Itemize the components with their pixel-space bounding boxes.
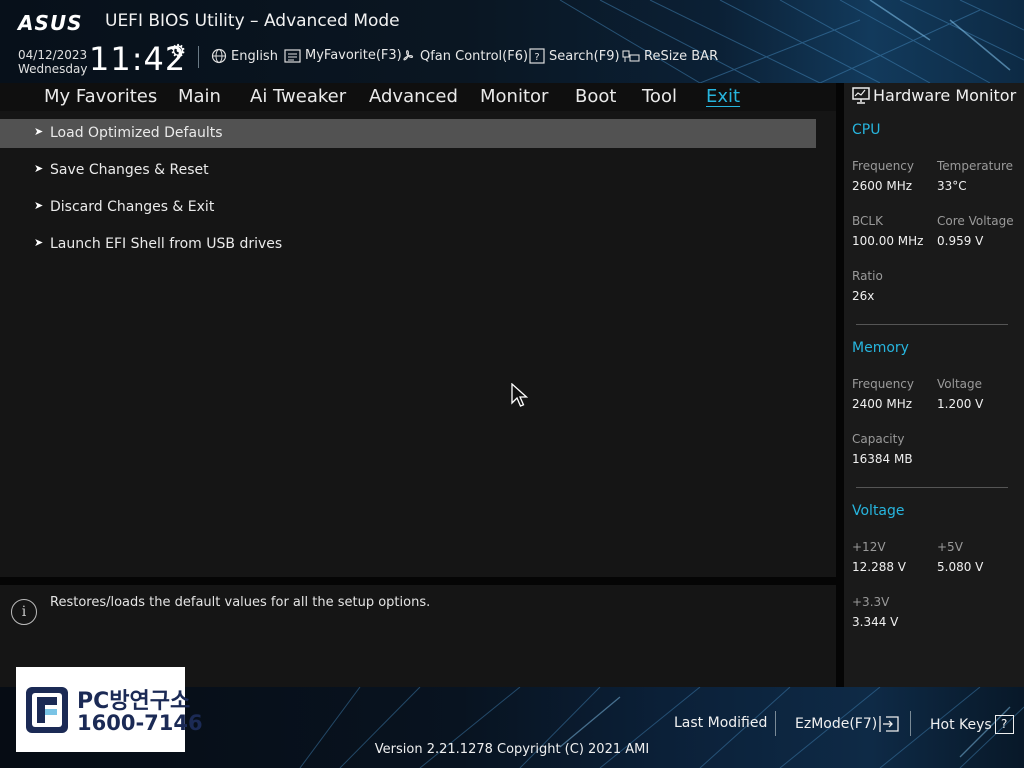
core-voltage-label: Core Voltage xyxy=(937,214,1014,228)
hardware-monitor-title: Hardware Monitor xyxy=(852,86,1016,105)
gear-icon[interactable]: ⚙ xyxy=(170,41,186,62)
footer-separator xyxy=(775,711,776,736)
tab-monitor[interactable]: Monitor xyxy=(480,86,548,107)
tab-my-favorites[interactable]: My Favorites xyxy=(44,86,157,107)
menu-item-save-changes-reset[interactable]: ➤ Save Changes & Reset xyxy=(0,156,816,185)
panel-divider xyxy=(0,577,836,585)
mouse-pointer-icon xyxy=(511,383,529,407)
cpu-heading: CPU xyxy=(852,122,881,138)
header-separator xyxy=(198,46,199,68)
capacity-label: Capacity xyxy=(852,432,905,446)
help-key-icon: ? xyxy=(994,715,1014,734)
ezmode-button[interactable]: EzMode(F7) xyxy=(795,715,900,733)
qfan-label: Qfan Control(F6) xyxy=(420,48,529,64)
language-label: English xyxy=(231,48,278,64)
watermark-phone: 1600-7146 xyxy=(77,711,203,735)
submenu-arrow-icon: ➤ xyxy=(34,162,44,175)
cpu-temperature-label: Temperature xyxy=(937,159,1014,173)
core-voltage-value: 0.959 V xyxy=(937,234,984,248)
v5-value: 5.080 V xyxy=(937,560,984,574)
date-text: 04/12/2023 xyxy=(18,48,88,62)
language-button[interactable]: English xyxy=(211,48,278,64)
submenu-arrow-icon: ➤ xyxy=(34,199,44,212)
tab-tool[interactable]: Tool xyxy=(642,86,677,107)
column-divider xyxy=(836,83,844,687)
search-help-icon: ? xyxy=(529,48,545,64)
v12-label: +12V xyxy=(852,540,886,554)
bclk-label: BCLK xyxy=(852,214,883,228)
last-modified-button[interactable]: Last Modified xyxy=(674,715,767,731)
date-display: 04/12/2023 Wednesday xyxy=(18,48,87,76)
memory-frequency-label: Frequency xyxy=(852,377,914,391)
memory-voltage-label: Voltage xyxy=(937,377,983,391)
resize-bar-icon xyxy=(622,50,640,62)
pc-lab-logo-icon xyxy=(26,687,68,733)
monitor-icon xyxy=(852,87,870,104)
resize-bar-label: ReSize BAR xyxy=(644,48,719,64)
app-title: UEFI BIOS Utility – Advanced Mode xyxy=(105,11,400,31)
tab-advanced[interactable]: Advanced xyxy=(369,86,458,107)
memory-heading: Memory xyxy=(852,340,909,356)
section-divider xyxy=(856,487,1008,488)
info-icon: i xyxy=(11,599,37,625)
search-button[interactable]: ? Search(F9) xyxy=(529,48,620,64)
exit-arrow-icon xyxy=(879,716,899,732)
tab-ai-tweaker[interactable]: Ai Tweaker xyxy=(250,86,346,107)
help-text: Restores/loads the default values for al… xyxy=(50,595,431,610)
ratio-value: 26x xyxy=(852,289,875,303)
watermark-logo: PC방연구소 1600-7146 xyxy=(16,667,203,752)
search-label: Search(F9) xyxy=(549,48,620,64)
submenu-arrow-icon: ➤ xyxy=(34,236,44,249)
tab-exit[interactable]: Exit xyxy=(706,86,740,107)
ratio-label: Ratio xyxy=(852,269,883,283)
hot-keys-label: Hot Keys xyxy=(930,716,992,733)
menu-item-label: Launch EFI Shell from USB drives xyxy=(50,236,283,252)
memory-voltage-value: 1.200 V xyxy=(937,397,984,411)
menu-item-discard-changes-exit[interactable]: ➤ Discard Changes & Exit xyxy=(0,193,816,222)
asus-logo: ASUS xyxy=(18,11,83,35)
weekday-text: Wednesday xyxy=(18,62,88,76)
menu-item-load-optimized-defaults[interactable]: ➤ Load Optimized Defaults xyxy=(0,119,816,148)
tab-boot[interactable]: Boot xyxy=(575,86,616,107)
v33-value: 3.344 V xyxy=(852,615,899,629)
ezmode-label: EzMode(F7) xyxy=(795,716,878,732)
menu-item-label: Discard Changes & Exit xyxy=(50,199,215,215)
cpu-frequency-label: Frequency xyxy=(852,159,914,173)
section-divider xyxy=(856,324,1008,325)
fan-icon xyxy=(403,50,414,61)
hot-keys-button[interactable]: Hot Keys ? xyxy=(930,715,1014,734)
myfavorite-label: MyFavorite(F3) xyxy=(305,48,402,63)
favorite-list-icon xyxy=(284,48,301,63)
menu-item-launch-efi-shell[interactable]: ➤ Launch EFI Shell from USB drives xyxy=(0,230,816,259)
footer-separator xyxy=(910,711,911,736)
v5-label: +5V xyxy=(937,540,963,554)
memory-frequency-value: 2400 MHz xyxy=(852,397,913,411)
menu-item-label: Load Optimized Defaults xyxy=(50,125,223,141)
tab-main[interactable]: Main xyxy=(178,86,221,107)
capacity-value: 16384 MB xyxy=(852,452,913,466)
v12-value: 12.288 V xyxy=(852,560,907,574)
globe-icon xyxy=(211,48,227,64)
resize-bar-button[interactable]: ReSize BAR xyxy=(622,48,718,64)
hardware-monitor-label: Hardware Monitor xyxy=(873,86,1017,105)
menu-item-label: Save Changes & Reset xyxy=(50,162,209,178)
v33-label: +3.3V xyxy=(852,595,890,609)
bclk-value: 100.00 MHz xyxy=(852,234,924,248)
qfan-control-button[interactable]: Qfan Control(F6) xyxy=(400,48,528,64)
voltage-heading: Voltage xyxy=(852,503,905,519)
cpu-temperature-value: 33°C xyxy=(937,179,967,193)
myfavorite-button[interactable]: MyFavorite(F3) xyxy=(284,48,402,63)
svg-text:?: ? xyxy=(534,52,539,63)
submenu-arrow-icon: ➤ xyxy=(34,125,44,138)
cpu-frequency-value: 2600 MHz xyxy=(852,179,913,193)
